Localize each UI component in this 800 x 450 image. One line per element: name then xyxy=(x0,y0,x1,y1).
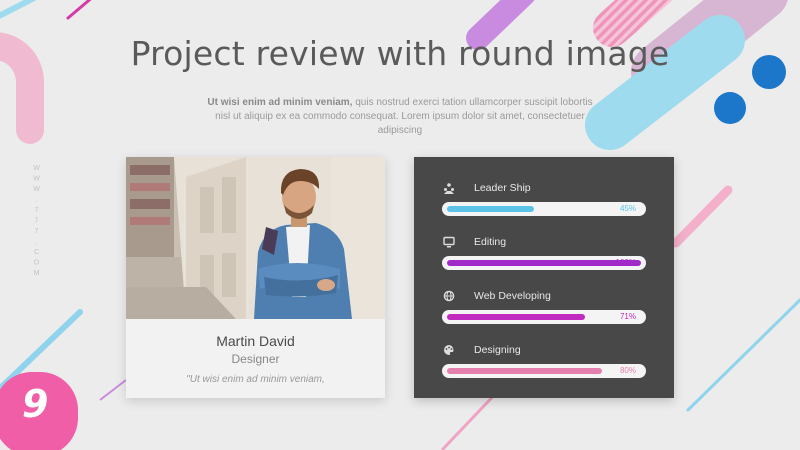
skill-label: Leader Ship xyxy=(474,182,531,194)
striped-pill xyxy=(593,0,673,47)
magenta-stroke xyxy=(66,0,92,20)
profile-role: Designer xyxy=(231,352,280,366)
profile-photo-illustration xyxy=(126,157,385,319)
skill-progress-track: 45% xyxy=(442,202,646,216)
skill-progress-track: 80% xyxy=(442,364,646,378)
skill-label: Web Developing xyxy=(474,290,551,302)
skill-progress-fill xyxy=(447,260,641,266)
skill-row-designing: Designing 80% xyxy=(414,343,674,397)
skill-percent: 45% xyxy=(619,204,636,213)
skill-percent: 80% xyxy=(619,366,636,375)
pink-stroke xyxy=(671,185,733,248)
skill-percent: 71% xyxy=(619,312,636,321)
people-icon xyxy=(442,181,456,195)
profile-quote: "Ut wisi enim ad minim veniam, xyxy=(186,374,325,385)
cyan-thin-stroke xyxy=(686,298,800,412)
skill-label: Editing xyxy=(474,236,507,248)
skill-row-web-developing: Web Developing 71% xyxy=(414,289,674,343)
side-website-text: WWW.777.COM xyxy=(33,165,40,281)
profile-card: Martin David Designer "Ut wisi enim ad m… xyxy=(126,157,385,398)
skill-row-editing: Editing 100% xyxy=(414,235,674,289)
skills-panel: Leader Ship 45% Editing 100% Web Develop… xyxy=(414,157,674,398)
skill-percent: 100% xyxy=(615,258,636,267)
skill-label: Designing xyxy=(474,344,521,356)
skill-row-leadership: Leader Ship 45% xyxy=(414,181,674,235)
purple-pill xyxy=(466,0,535,50)
profile-photo xyxy=(126,157,385,319)
skill-progress-fill xyxy=(447,368,603,374)
slide-subtitle: Ut wisi enim ad minim veniam, quis nostr… xyxy=(205,96,595,138)
skill-progress-track: 71% xyxy=(442,310,646,324)
blue-dot-small xyxy=(714,92,746,124)
palette-icon xyxy=(442,343,456,357)
page-number: 9 xyxy=(22,382,49,426)
cyan-stroke xyxy=(0,0,37,19)
monitor-icon xyxy=(442,235,456,249)
globe-icon xyxy=(442,289,456,303)
slide-title: Project review with round image xyxy=(130,34,670,73)
skill-progress-fill xyxy=(447,206,535,212)
skill-progress-track: 100% xyxy=(442,256,646,270)
skill-progress-fill xyxy=(447,314,585,320)
purple-thin-line xyxy=(99,379,127,401)
profile-name: Martin David xyxy=(216,333,295,349)
subtitle-bold: Ut wisi enim ad minim veniam, xyxy=(207,97,353,108)
